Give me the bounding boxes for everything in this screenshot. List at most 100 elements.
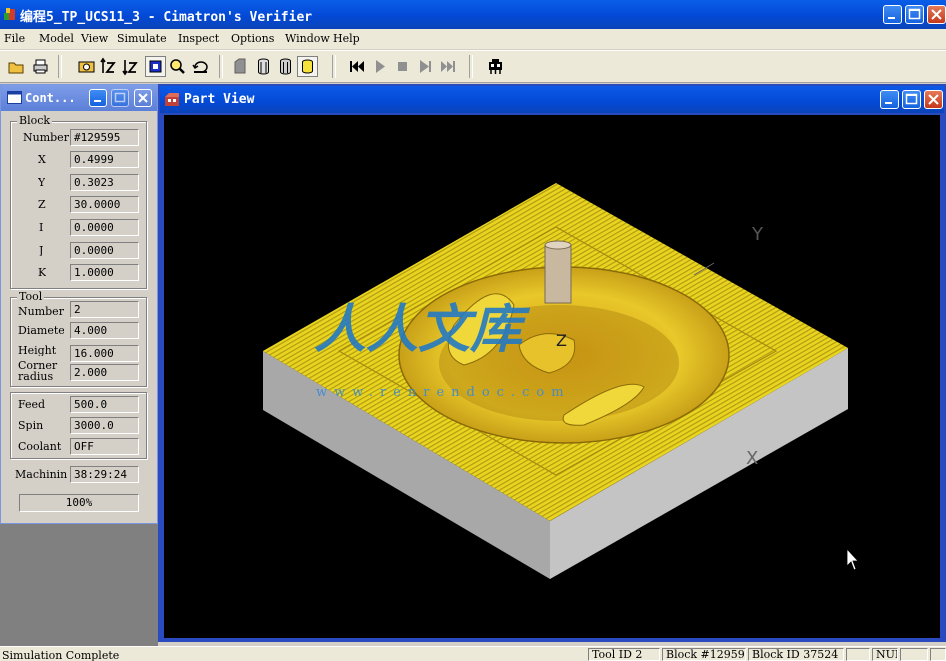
- app-icon: [4, 8, 15, 20]
- menu-inspect[interactable]: Inspect: [178, 32, 219, 45]
- z-label: Z: [38, 199, 46, 210]
- tool-button[interactable]: [253, 56, 274, 77]
- minimize-icon: [888, 17, 895, 19]
- status-bar: Simulation Complete Tool ID 2 Block #129…: [0, 646, 946, 661]
- panel-maximize-button[interactable]: [111, 89, 129, 107]
- z-up-icon: [100, 57, 116, 73]
- toolbar-separator: [219, 55, 223, 78]
- stop-button[interactable]: [392, 56, 413, 77]
- feed-label: Feed: [18, 399, 46, 410]
- printer-icon: [33, 59, 48, 74]
- rewind-icon: [350, 61, 364, 72]
- minimize-button[interactable]: [883, 5, 902, 24]
- fast-forward-button[interactable]: [438, 56, 459, 77]
- cylinder-icon: [280, 58, 291, 75]
- stop-icon: [398, 62, 407, 71]
- minimize-icon: [885, 102, 892, 104]
- part-button[interactable]: [297, 56, 318, 77]
- close-icon: [928, 94, 939, 105]
- x-field: 0.4999: [70, 151, 139, 168]
- part-view-window: Part View Y Z X 人人文库 www.renrendoc.com: [158, 84, 946, 642]
- menu-window[interactable]: Window: [285, 32, 330, 45]
- status-tool-id: Tool ID 2: [588, 648, 660, 661]
- watermark-text: 人人文库: [314, 300, 531, 360]
- step-button[interactable]: [415, 56, 436, 77]
- maximize-icon: [908, 8, 921, 20]
- cutting-tool: [544, 244, 572, 304]
- height-label: Height: [18, 345, 57, 356]
- settings-button[interactable]: [485, 56, 506, 77]
- diameter-field: 4.000: [70, 322, 139, 339]
- rewind-button[interactable]: [346, 56, 367, 77]
- open-button[interactable]: [6, 56, 27, 77]
- title-bar: 编程5_TP_UCS11_3 - Cimatron's Verifier: [0, 0, 946, 29]
- menu-help[interactable]: Help: [333, 32, 360, 45]
- corner-radius-label: Corner radius: [18, 360, 58, 382]
- z-up-button[interactable]: [98, 56, 119, 77]
- menu-view[interactable]: View: [81, 32, 108, 45]
- panel-minimize-button[interactable]: [89, 89, 107, 107]
- menu-options[interactable]: Options: [231, 32, 274, 45]
- menu-bar: File Model View Simulate Inspect Options…: [0, 29, 946, 49]
- fast-forward-icon: [441, 61, 455, 72]
- machining-time-label: Machining: [15, 469, 67, 480]
- j-label: J: [39, 245, 44, 256]
- reset-view-button[interactable]: [190, 56, 211, 77]
- corner-radius-field: 2.000: [70, 364, 139, 381]
- toolbar-separator: [469, 55, 473, 78]
- tool-group-label: Tool: [17, 290, 45, 303]
- status-block: Block #129595: [662, 648, 746, 661]
- k-label: K: [38, 267, 47, 278]
- axis-x-label: X: [746, 448, 758, 469]
- print-button[interactable]: [30, 56, 51, 77]
- spin-label: Spin: [18, 420, 44, 431]
- menu-model[interactable]: Model: [39, 32, 74, 45]
- fit-view-button[interactable]: [76, 56, 97, 77]
- k-field: 1.0000: [70, 264, 139, 281]
- watermark-url: www.renrendoc.com: [316, 385, 571, 400]
- status-pane-empty: [846, 648, 870, 661]
- diameter-label: Diameter: [18, 325, 64, 336]
- control-panel-window: Cont... Block Number #129595 X 0.4999 Y …: [0, 84, 158, 524]
- menu-file[interactable]: File: [4, 32, 25, 45]
- part-view-title-bar[interactable]: Part View: [160, 86, 944, 113]
- 3d-viewport[interactable]: Y Z X 人人文库 www.renrendoc.com: [164, 115, 940, 638]
- zoom-button[interactable]: [167, 56, 188, 77]
- close-button[interactable]: [927, 5, 946, 24]
- camera-icon: [78, 61, 95, 73]
- select-button[interactable]: [145, 56, 166, 77]
- progress-indicator: 100%: [19, 494, 139, 512]
- status-num: NUM: [872, 648, 898, 661]
- height-field: 16.000: [70, 345, 139, 362]
- i-field: 0.0000: [70, 219, 139, 236]
- y-field: 0.3023: [70, 174, 139, 191]
- stock-button[interactable]: [230, 56, 251, 77]
- j-field: 0.0000: [70, 242, 139, 259]
- menu-simulate[interactable]: Simulate: [117, 32, 167, 45]
- i-label: I: [39, 222, 44, 233]
- magnifier-icon: [170, 59, 185, 74]
- x-label: X: [38, 154, 46, 165]
- part-view-maximize-button[interactable]: [902, 90, 921, 109]
- machining-time-field: 38:29:24: [70, 466, 139, 483]
- block-group-label: Block: [17, 114, 53, 127]
- feed-field: 500.0: [70, 396, 139, 413]
- holder-button[interactable]: [275, 56, 296, 77]
- status-block-id: Block ID 37524: [748, 648, 844, 661]
- block-number-field: #129595: [70, 129, 139, 146]
- part-view-close-button[interactable]: [924, 90, 943, 109]
- part-view-title: Part View: [184, 92, 255, 107]
- part-view-minimize-button[interactable]: [880, 90, 899, 109]
- maximize-icon: [905, 93, 918, 105]
- cutting-tool-top: [544, 240, 572, 250]
- play-button[interactable]: [369, 56, 390, 77]
- z-down-button[interactable]: [120, 56, 141, 77]
- maximize-icon: [114, 92, 126, 103]
- panel-close-button[interactable]: [134, 89, 152, 107]
- control-panel-title-bar[interactable]: Cont...: [1, 85, 157, 111]
- open-folder-icon: [8, 62, 24, 74]
- play-icon: [376, 60, 385, 73]
- select-square-icon: [149, 60, 162, 73]
- maximize-button[interactable]: [905, 5, 924, 24]
- control-panel-title: Cont...: [25, 91, 76, 105]
